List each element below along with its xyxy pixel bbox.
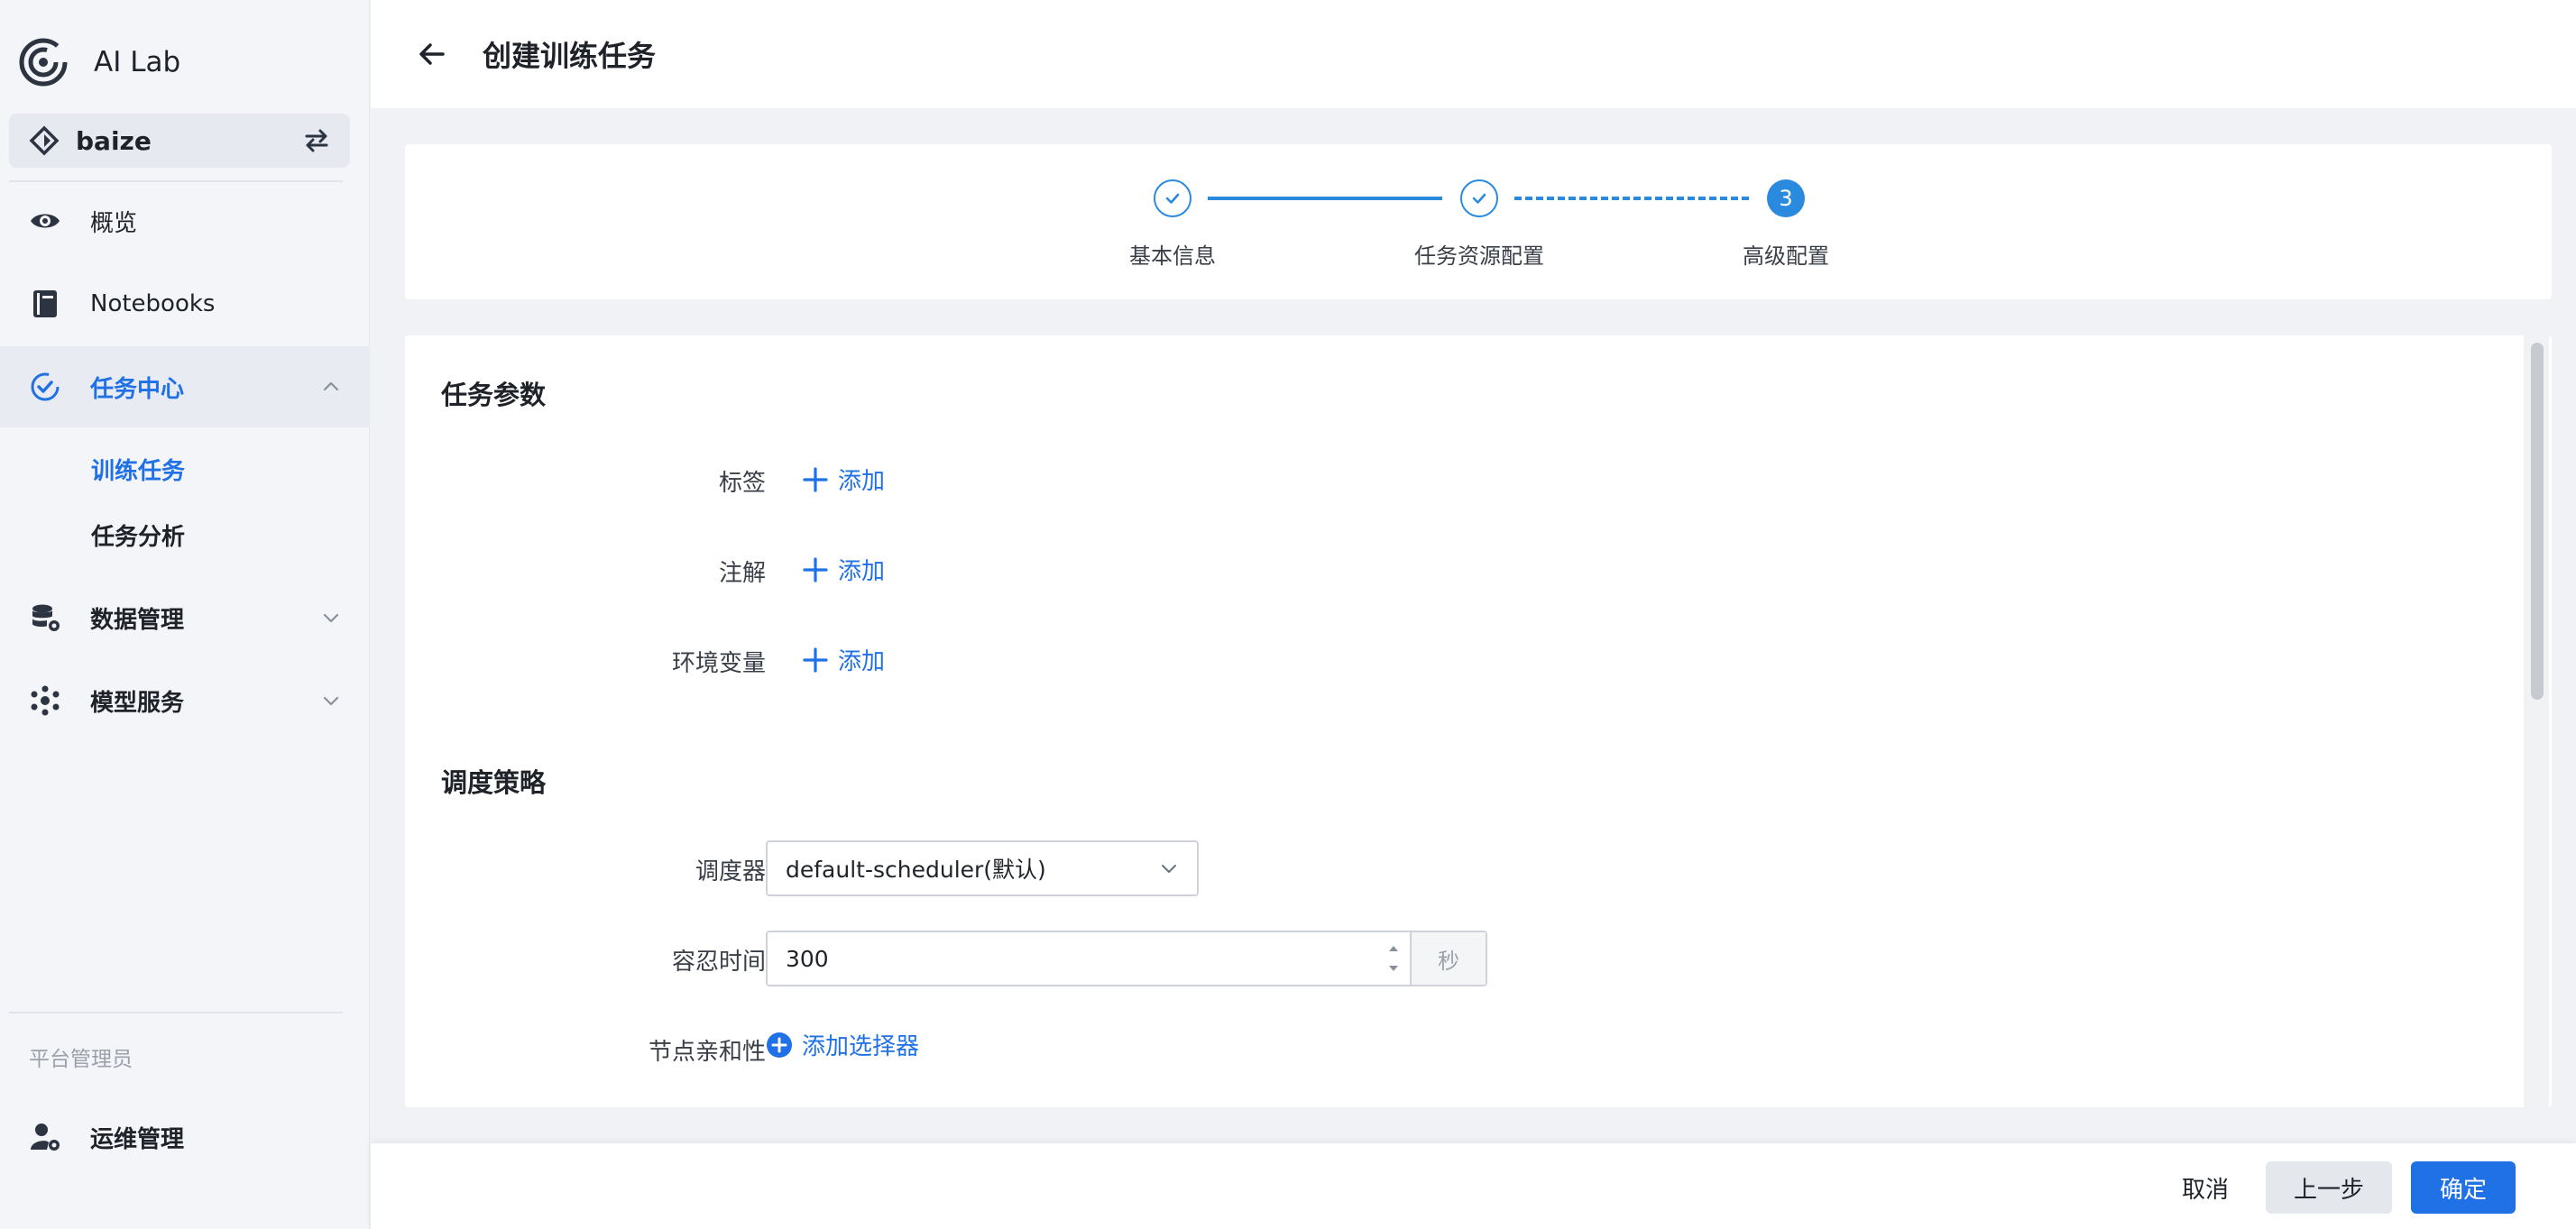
scheduler-select-value: default-scheduler(默认) xyxy=(786,857,1046,883)
section-title-task-params: 任务参数 xyxy=(441,380,547,410)
sidebar-item-model-service[interactable]: 模型服务 xyxy=(0,660,370,741)
step-3-circle: 3 xyxy=(1767,179,1805,217)
sidebar-item-task-center[interactable]: 任务中心 xyxy=(0,346,370,427)
user-gear-icon xyxy=(31,1124,60,1151)
decrement-arrow-icon[interactable] xyxy=(1384,958,1403,978)
toleration-time-input[interactable] xyxy=(768,932,1377,985)
toleration-unit: 秒 xyxy=(1410,932,1486,985)
database-gear-icon xyxy=(32,604,60,631)
step-connector-2 xyxy=(1514,197,1749,200)
circle-plus-icon xyxy=(767,1032,792,1058)
chevron-down-icon xyxy=(323,696,339,706)
plus-icon xyxy=(803,556,828,582)
section-caption-platform-admin: 平台管理员 xyxy=(29,1048,133,1071)
sidebar-subitem-task-analysis[interactable]: 任务分析 xyxy=(91,518,185,552)
increment-arrow-icon[interactable] xyxy=(1384,939,1403,958)
step-2-circle xyxy=(1460,179,1498,217)
sidebar-subitem-training-jobs[interactable]: 训练任务 xyxy=(91,453,185,486)
toleration-field-label: 容忍时间 xyxy=(671,949,766,976)
check-icon xyxy=(1472,193,1486,204)
task-check-icon xyxy=(31,372,60,401)
advanced-config-form: 任务参数 标签 添加 注解 添加 环境变量 添加 调度策略 调度器 defaul… xyxy=(405,335,2552,1107)
brand[interactable]: AI Lab xyxy=(18,34,180,90)
step-2-label: 任务资源配置 xyxy=(1414,243,1544,269)
sidebar-item-label: 概览 xyxy=(90,209,138,237)
sidebar: AI Lab baize 概览 Notebooks 任务中心 训练任务 任务分析… xyxy=(0,0,370,1229)
sidebar-item-notebooks[interactable]: Notebooks xyxy=(0,263,370,344)
notebook-icon xyxy=(33,290,57,317)
ai-lab-logo-icon xyxy=(19,38,68,87)
sidebar-item-ops-management[interactable]: 运维管理 xyxy=(0,1096,370,1178)
workspace-switcher[interactable]: baize xyxy=(9,114,350,168)
page-header: 创建训练任务 xyxy=(371,0,2576,108)
steps-indicator: 3 基本信息 任务资源配置 高级配置 xyxy=(405,144,2552,299)
env-vars-field-label: 环境变量 xyxy=(671,650,766,677)
switch-arrows-icon[interactable] xyxy=(301,125,332,156)
chevron-down-icon xyxy=(1162,865,1176,873)
model-nodes-icon xyxy=(31,685,60,716)
sidebar-divider xyxy=(9,1012,343,1013)
eye-icon xyxy=(31,214,60,228)
step-1-label: 基本信息 xyxy=(1129,243,1216,269)
add-label-button[interactable]: 添加 xyxy=(802,463,885,496)
workspace-diamond-icon xyxy=(29,125,60,156)
previous-step-button[interactable]: 上一步 xyxy=(2266,1161,2392,1214)
add-annotation-button[interactable]: 添加 xyxy=(802,553,885,586)
add-label-text: 添加 xyxy=(838,468,886,495)
scheduler-select[interactable]: default-scheduler(默认) xyxy=(766,840,1199,896)
plus-icon xyxy=(803,647,828,673)
section-title-scheduling: 调度策略 xyxy=(441,767,547,798)
sidebar-item-label: 运维管理 xyxy=(90,1125,185,1153)
add-env-var-button[interactable]: 添加 xyxy=(802,643,885,676)
labels-field-label: 标签 xyxy=(718,470,766,497)
sidebar-item-data-management[interactable]: 数据管理 xyxy=(0,577,370,658)
sidebar-item-label: Notebooks xyxy=(90,290,216,317)
chevron-up-icon xyxy=(323,381,339,391)
scheduler-field-label: 调度器 xyxy=(695,858,766,885)
add-selector-button[interactable]: 添加选择器 xyxy=(766,1028,919,1061)
brand-name: AI Lab xyxy=(94,46,181,78)
page-title: 创建训练任务 xyxy=(483,39,657,73)
form-footer: 取消 上一步 确定 xyxy=(371,1143,2576,1229)
sidebar-item-label: 任务中心 xyxy=(90,375,185,403)
step-connector-1 xyxy=(1208,197,1442,200)
node-affinity-field-label: 节点亲和性 xyxy=(648,1039,766,1066)
add-env-var-text: 添加 xyxy=(838,648,886,675)
confirm-button[interactable]: 确定 xyxy=(2411,1161,2516,1214)
step-3-number: 3 xyxy=(1779,186,1793,211)
annotations-field-label: 注解 xyxy=(718,560,766,587)
stepper-controls xyxy=(1377,932,1410,985)
sidebar-item-overview[interactable]: 概览 xyxy=(0,180,370,261)
step-1-circle xyxy=(1154,179,1191,217)
scrollbar-thumb[interactable] xyxy=(2531,343,2544,700)
chevron-down-icon xyxy=(323,613,339,623)
plus-icon xyxy=(803,466,828,492)
cancel-button[interactable]: 取消 xyxy=(2166,1161,2245,1214)
toleration-time-stepper: 秒 xyxy=(766,931,1487,986)
check-icon xyxy=(1165,193,1180,204)
back-arrow-icon[interactable] xyxy=(416,38,448,70)
sidebar-item-label: 模型服务 xyxy=(90,689,185,717)
app-root: AI Lab baize 概览 Notebooks 任务中心 训练任务 任务分析… xyxy=(0,0,2576,1229)
step-3-label: 高级配置 xyxy=(1743,243,1829,269)
add-selector-text: 添加选择器 xyxy=(802,1033,920,1060)
sidebar-item-label: 数据管理 xyxy=(90,606,185,634)
workspace-name: baize xyxy=(76,125,152,156)
add-annotation-text: 添加 xyxy=(838,558,886,585)
